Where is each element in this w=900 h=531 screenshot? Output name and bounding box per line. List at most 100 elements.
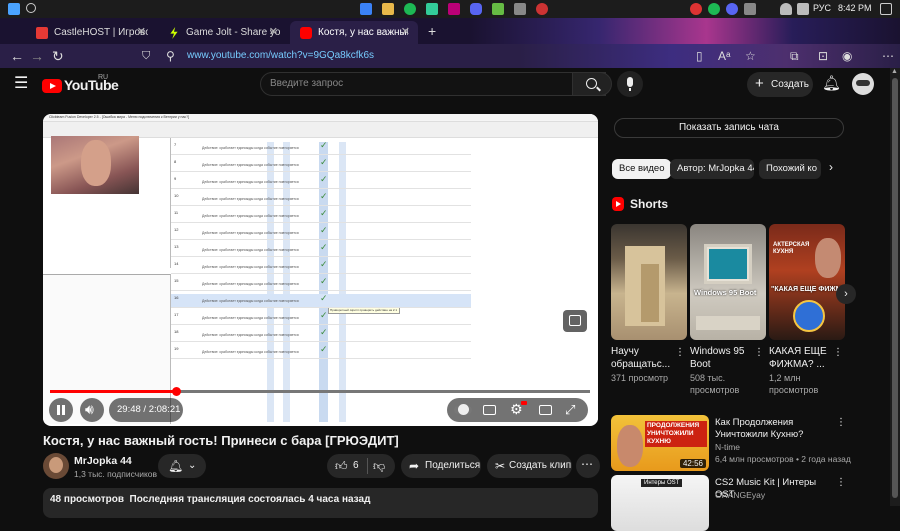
windows-start-icon[interactable] xyxy=(8,3,20,15)
close-tab-icon[interactable]: ✕ xyxy=(269,21,278,44)
volume-button[interactable]: 🔊︎ xyxy=(80,398,104,422)
close-tab-icon[interactable]: ✕ xyxy=(401,21,410,44)
pause-button[interactable] xyxy=(49,398,73,422)
chip-all-videos[interactable]: Все видео xyxy=(612,159,672,179)
split-view-icon[interactable]: ▯ xyxy=(696,44,703,68)
more-actions-button[interactable]: ⋯ xyxy=(576,454,600,478)
close-tab-icon[interactable]: ✕ xyxy=(137,21,146,44)
fullscreen-icon[interactable]: ⤢ xyxy=(565,402,575,418)
volume-icon[interactable] xyxy=(797,3,809,15)
voice-search-button[interactable] xyxy=(617,71,643,97)
create-button[interactable]: + Создать xyxy=(747,72,813,97)
event-row xyxy=(171,154,471,155)
short-title-2[interactable]: Windows 95 Boot xyxy=(690,345,758,371)
video-1-more-icon[interactable]: ⋮ xyxy=(836,417,846,428)
thumbs-down-icon[interactable]: 👎︎ xyxy=(373,454,385,478)
tray-icon-3[interactable] xyxy=(726,3,738,15)
tab-youtube-active[interactable]: Костя, у нас важный гость ✕ xyxy=(290,21,418,44)
microphone-icon xyxy=(627,77,633,87)
short-thumb-1[interactable] xyxy=(611,224,687,340)
video-duration-1: 42:56 xyxy=(679,459,706,468)
create-clip-button[interactable]: ✂ Создать клип xyxy=(487,454,572,478)
forward-icon[interactable]: → xyxy=(30,44,44,68)
search-box[interactable]: Введите запрос xyxy=(260,72,606,96)
tray-icon-4[interactable] xyxy=(744,3,756,15)
video-channel-1[interactable]: N-time xyxy=(715,442,740,453)
collections-icon[interactable]: ⊡ xyxy=(818,44,828,68)
favorite-star-icon[interactable]: ☆ xyxy=(745,44,756,68)
short-3-more-icon[interactable]: ⋮ xyxy=(833,347,843,358)
share-button[interactable]: ➦ Поделиться xyxy=(401,454,481,478)
search-button[interactable] xyxy=(572,72,612,96)
app-icon-folder[interactable] xyxy=(382,3,394,15)
notifications-bell-icon[interactable]: 🔔︎ xyxy=(822,76,841,91)
short-1-more-icon[interactable]: ⋮ xyxy=(675,347,685,358)
language-indicator[interactable]: РУС xyxy=(813,3,831,13)
short-3-mascot xyxy=(793,300,825,332)
short-title-1[interactable]: Научу обращатьс... xyxy=(611,345,679,371)
event-row xyxy=(171,256,471,257)
channel-name[interactable]: MrJopka 44 xyxy=(74,455,132,467)
search-icon[interactable] xyxy=(26,3,36,13)
tray-icon-1[interactable] xyxy=(690,3,702,15)
short-title-3[interactable]: КАКАЯ ЕЩЕ ФИЖМА? ... xyxy=(769,345,837,371)
short-thumb-3[interactable]: АКТЕРСКАЯ КУХНЯ "КАКАЯ ЕЩЕ ФИЖМ xyxy=(769,224,845,340)
scrollbar-thumb[interactable] xyxy=(892,78,898,498)
account-avatar[interactable] xyxy=(852,73,874,95)
notification-icon[interactable] xyxy=(880,3,892,15)
miniplayer-icon[interactable] xyxy=(539,405,552,415)
description-box[interactable]: 48 просмотров Последняя трансляция состо… xyxy=(43,488,598,518)
extensions-icon[interactable]: ⧉ xyxy=(790,44,799,68)
video-title-1[interactable]: Как Продолжения Уничтожили Кухню? xyxy=(715,417,825,441)
video-channel-2[interactable]: ORANGEyay xyxy=(715,490,765,501)
page-scrollbar[interactable]: ▲ xyxy=(890,68,900,506)
channel-avatar[interactable] xyxy=(43,453,69,479)
video-meta-1: 6,4 млн просмотров • 2 года назад xyxy=(715,454,851,464)
security-shield-icon[interactable]: ⛉ xyxy=(142,44,150,68)
app-icon-discord[interactable] xyxy=(470,3,482,15)
video-2-more-icon[interactable]: ⋮ xyxy=(836,477,846,488)
new-tab-icon[interactable]: + xyxy=(428,23,436,39)
shorts-next-button[interactable]: › xyxy=(836,284,856,304)
wifi-icon[interactable] xyxy=(780,3,792,15)
profile-icon[interactable]: ◉ xyxy=(842,44,852,68)
site-info-icon[interactable]: ⚲ xyxy=(166,44,175,68)
tray-icon-2[interactable] xyxy=(708,3,720,15)
pip-button[interactable] xyxy=(563,310,587,332)
read-aloud-icon[interactable]: Aᵃ xyxy=(718,44,730,68)
tab-gamejolt[interactable]: Game Jolt - Share your creations ✕ xyxy=(158,21,286,44)
back-icon[interactable]: ← xyxy=(10,44,24,68)
subscribe-bell-button[interactable]: 🔔︎ ⌄ xyxy=(158,454,206,478)
hamburger-menu-icon[interactable]: ☰ xyxy=(14,76,28,92)
chip-related[interactable]: Похожий ко xyxy=(759,159,821,179)
chip-by-author[interactable]: Автор: MrJopka 44 xyxy=(670,159,754,179)
event-checkmark-icon: ✓ xyxy=(320,157,328,167)
scissors-icon: ✂ xyxy=(495,459,506,473)
browser-tab-bar: CastleHOST | Игровой хостинг ✕ Game Jolt… xyxy=(0,18,900,44)
app-icon-edge[interactable] xyxy=(360,3,372,15)
app-icon-spotify[interactable] xyxy=(404,3,416,15)
chips-next-chevron-icon[interactable]: › xyxy=(829,160,833,174)
screen-titlebar: Clickteam Fusion Developer 2.5 - [Ошибка… xyxy=(43,114,598,122)
short-thumb-2[interactable]: Windows 95 Boot xyxy=(690,224,766,340)
short-2-more-icon[interactable]: ⋮ xyxy=(754,347,764,358)
clock[interactable]: 8:42 PM xyxy=(838,3,872,13)
app-icon-game[interactable] xyxy=(448,3,460,15)
description-stats: 48 просмотров Последняя трансляция состо… xyxy=(50,494,371,505)
app-icon-tool[interactable] xyxy=(514,3,526,15)
url-field[interactable]: www.youtube.com/watch?v=9GQa8kcfk6s xyxy=(187,48,374,64)
subtitles-icon[interactable] xyxy=(483,405,496,415)
show-chat-replay-button[interactable]: Показать запись чата xyxy=(614,118,844,138)
app-icon-green[interactable] xyxy=(426,3,438,15)
video-thumb-1[interactable]: ПРОДОЛЖЕНИЯ УНИЧТОЖИЛИ КУХНЮ 42:56 xyxy=(611,415,709,471)
search-input[interactable]: Введите запрос xyxy=(270,78,343,89)
scroll-up-arrow-icon[interactable]: ▲ xyxy=(891,68,898,75)
reload-icon[interactable]: ↻ xyxy=(52,44,64,68)
app-icon-minecraft[interactable] xyxy=(492,3,504,15)
tab-castlehost[interactable]: CastleHOST | Игровой хостинг ✕ xyxy=(26,21,154,44)
browser-menu-icon[interactable]: ⋯ xyxy=(882,44,894,68)
video-thumb-2[interactable]: Интеры OST xyxy=(611,475,709,531)
progress-scrubber[interactable] xyxy=(172,387,181,396)
app-icon-red[interactable] xyxy=(536,3,548,15)
like-button[interactable]: 👍︎ 6 👎︎ xyxy=(327,454,395,478)
